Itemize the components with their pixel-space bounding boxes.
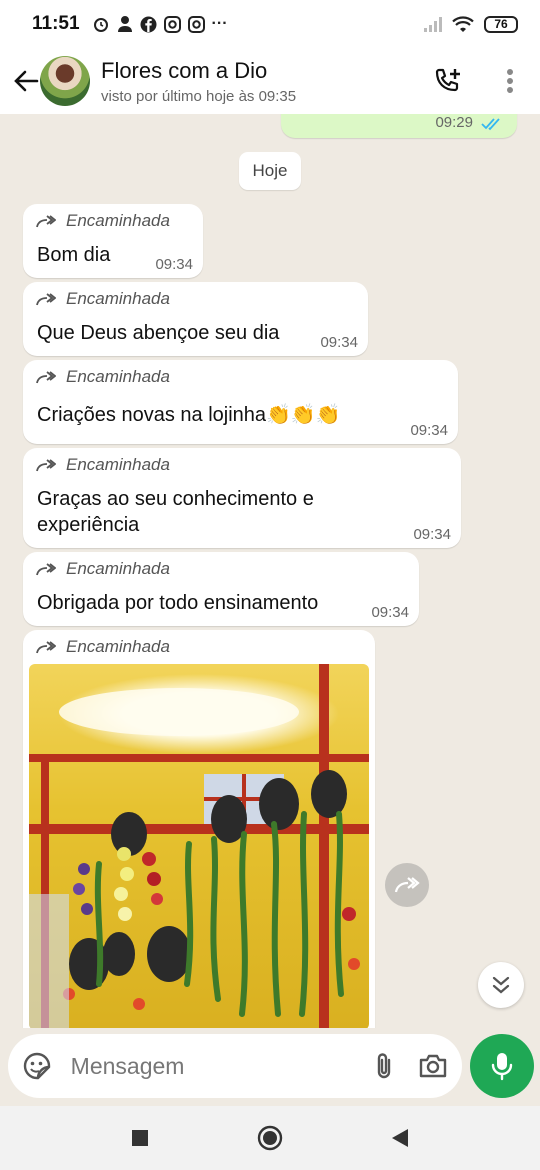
more-vertical-icon xyxy=(507,69,513,93)
battery-indicator: 76 xyxy=(484,15,518,33)
square-icon xyxy=(132,1130,148,1146)
more-notifications-icon: ··· xyxy=(211,15,228,32)
forwarded-text: Encaminhada xyxy=(66,637,170,656)
signal-icon xyxy=(424,16,442,32)
chat-messages[interactable]: 09:29 Hoje Encaminhada Bom dia 09:34 Enc… xyxy=(0,114,540,1028)
message-bubble[interactable]: Encaminhada Criações novas na lojinha👏👏👏… xyxy=(23,360,458,444)
instagram-icon xyxy=(163,15,181,33)
contact-name: Flores com a Dio xyxy=(101,57,268,83)
add-call-button[interactable] xyxy=(426,59,470,103)
message-time: 09:34 xyxy=(413,526,451,543)
shop-photo-illustration xyxy=(29,664,369,1028)
forwarded-text: Encaminhada xyxy=(66,367,170,386)
circle-icon xyxy=(257,1125,283,1151)
forward-icon xyxy=(36,459,56,472)
message-bubble[interactable]: Encaminhada Que Deus abençoe seu dia 09:… xyxy=(23,282,368,356)
image-message-bubble[interactable]: Encaminhada xyxy=(23,630,375,1028)
message-bubble[interactable]: Encaminhada Obrigada por todo ensinament… xyxy=(23,552,419,626)
message-text: Obrigada por todo ensinamento xyxy=(37,592,319,614)
forward-icon xyxy=(36,293,56,306)
forward-icon xyxy=(36,371,56,384)
forwarded-label: Encaminhada xyxy=(36,637,170,657)
forwarded-label: Encaminhada xyxy=(36,455,170,475)
date-divider: Hoje xyxy=(239,152,301,190)
shop-photo[interactable] xyxy=(29,664,369,1028)
instagram-icon xyxy=(187,15,205,33)
forwarded-label: Encaminhada xyxy=(36,289,170,309)
message-text: Criações novas na lojinha👏👏👏 xyxy=(37,404,341,426)
forward-icon xyxy=(394,877,420,893)
forward-icon xyxy=(36,641,56,654)
notification-icons: ··· xyxy=(92,15,228,33)
facebook-icon xyxy=(140,16,157,32)
last-seen-status: visto por último hoje às 09:35 xyxy=(101,87,297,105)
forward-media-button[interactable] xyxy=(385,863,429,907)
sticker-button[interactable] xyxy=(20,1044,55,1088)
microphone-icon xyxy=(491,1053,513,1081)
forward-icon xyxy=(36,215,56,228)
message-time: 09:34 xyxy=(320,334,358,351)
status-bar: 11:51 ··· 76 xyxy=(0,0,540,48)
sticker-icon xyxy=(24,1052,51,1080)
forwarded-text: Encaminhada xyxy=(66,455,170,474)
message-time: 09:34 xyxy=(155,256,193,273)
chat-header: Flores com a Dio visto por último hoje à… xyxy=(0,48,540,114)
paperclip-icon xyxy=(377,1053,391,1079)
forwarded-label: Encaminhada xyxy=(36,211,170,231)
voice-message-button[interactable] xyxy=(470,1034,534,1098)
arrow-left-icon xyxy=(14,70,39,92)
read-ticks-icon xyxy=(481,118,500,131)
message-time: 09:29 xyxy=(435,114,473,131)
camera-icon xyxy=(419,1054,446,1078)
status-time: 11:51 xyxy=(32,13,80,34)
message-text: Bom dia xyxy=(37,244,111,266)
phone-plus-icon xyxy=(435,68,460,92)
message-time: 09:34 xyxy=(410,422,448,439)
contact-info[interactable]: Flores com a Dio visto por último hoje à… xyxy=(101,58,426,105)
message-bubble[interactable]: Encaminhada Graças ao seu conhecimento e… xyxy=(23,448,461,548)
home-button[interactable] xyxy=(250,1118,290,1158)
recents-button[interactable] xyxy=(120,1118,160,1158)
forwarded-text: Encaminhada xyxy=(66,289,170,308)
alarm-icon xyxy=(93,18,108,32)
message-text: Que Deus abençoe seu dia xyxy=(37,322,280,344)
forwarded-label: Encaminhada xyxy=(36,367,170,387)
forwarded-text: Encaminhada xyxy=(66,211,170,230)
attach-button[interactable] xyxy=(367,1044,402,1088)
wifi-icon xyxy=(452,15,474,32)
message-time: 09:34 xyxy=(371,604,409,621)
triangle-back-icon xyxy=(392,1129,408,1147)
contact-avatar[interactable] xyxy=(40,56,90,106)
outgoing-message-partial[interactable]: 09:29 xyxy=(281,114,517,138)
message-input[interactable] xyxy=(70,1052,367,1080)
system-navigation-bar xyxy=(0,1106,540,1170)
menu-button[interactable] xyxy=(488,59,532,103)
person-icon xyxy=(117,16,132,32)
message-composer xyxy=(8,1034,462,1098)
forwarded-label: Encaminhada xyxy=(36,559,170,579)
double-chevron-down-icon xyxy=(492,976,510,994)
forward-icon xyxy=(36,563,56,576)
message-text: Graças ao seu conhecimento e experiência xyxy=(37,488,314,536)
back-nav-button[interactable] xyxy=(380,1118,420,1158)
camera-button[interactable] xyxy=(415,1044,450,1088)
scroll-to-bottom-button[interactable] xyxy=(478,962,524,1008)
message-bubble[interactable]: Encaminhada Bom dia 09:34 xyxy=(23,204,203,278)
forwarded-text: Encaminhada xyxy=(66,559,170,578)
